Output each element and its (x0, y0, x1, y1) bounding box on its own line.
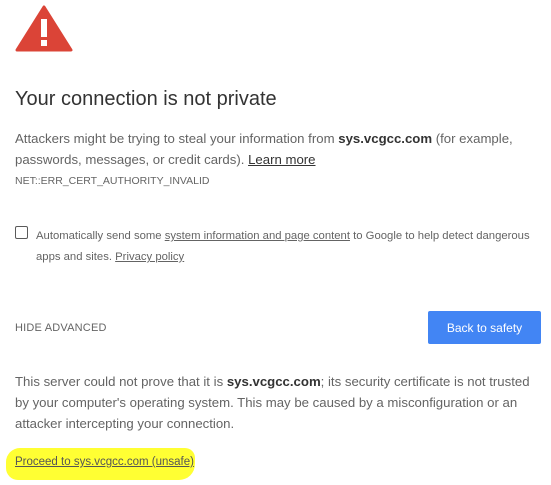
opt-in-label: Automatically send some system informati… (36, 226, 536, 268)
page-title: Your connection is not private (15, 88, 277, 110)
back-to-safety-button[interactable]: Back to safety (428, 311, 541, 344)
hide-advanced-button[interactable]: HIDE ADVANCED (15, 322, 107, 334)
main-message-text: Attackers might be trying to steal your … (15, 131, 339, 146)
system-info-link[interactable]: system information and page content (165, 230, 350, 242)
proceed-unsafe-link[interactable]: Proceed to sys.vcgcc.com (unsafe) (15, 456, 194, 468)
details-message: This server could not prove that it is s… (15, 371, 545, 434)
details-text: This server could not prove that it is (15, 374, 227, 389)
learn-more-link[interactable]: Learn more (248, 152, 315, 167)
main-message: Attackers might be trying to steal your … (15, 128, 535, 170)
domain-name: sys.vcgcc.com (338, 131, 433, 146)
details-domain-name: sys.vcgcc.com (226, 374, 321, 389)
opt-in-checkbox[interactable] (15, 226, 28, 239)
warning-triangle-icon (15, 5, 73, 52)
error-code: NET::ERR_CERT_AUTHORITY_INVALID (15, 175, 210, 187)
privacy-policy-link[interactable]: Privacy policy (115, 251, 184, 263)
opt-in-text: Automatically send some (36, 230, 165, 242)
